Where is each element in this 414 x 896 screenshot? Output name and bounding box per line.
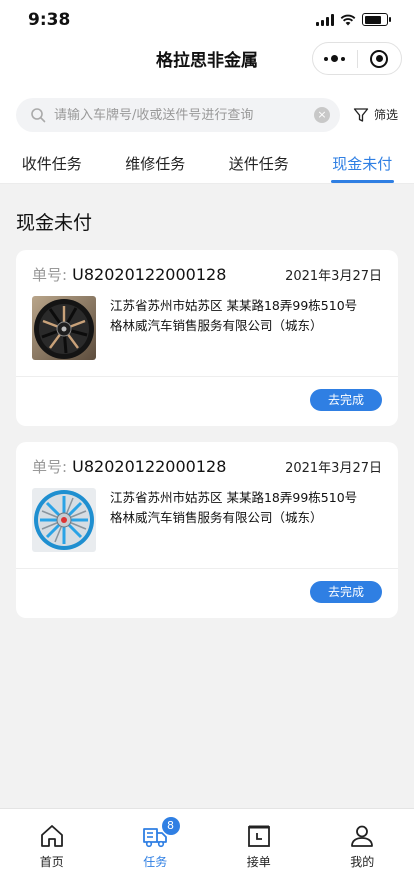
signal-icon [316,13,334,26]
filter-label: 筛选 [373,108,398,122]
wifi-icon [340,14,356,25]
order-address: 江苏省苏州市姑苏区 某某路18弄99栋510号 格林威汽车销售服务有限公司（城东… [110,490,358,525]
tabbar-label: 接单 [246,855,271,869]
mini-program-capsule [312,42,402,75]
search-row: × 筛选 [0,90,414,142]
order-number: U82020122000128 [72,265,227,284]
wheel-image [32,488,96,552]
calendar-icon [247,825,270,847]
order-label: 单号: [32,458,68,476]
order-address: 江苏省苏州市姑苏区 某某路18弄99栋510号 格林威汽车销售服务有限公司（城东… [110,298,358,333]
complete-button[interactable]: 去完成 [310,389,382,411]
bottom-tab-bar: 首页 8 任务 接单 我的 [0,808,414,896]
filter-icon [353,107,369,122]
tab-repair-task[interactable]: 维修任务 [104,142,208,183]
task-count-badge: 8 [161,817,180,835]
tabbar-tasks[interactable]: 8 任务 [104,809,208,896]
target-icon [370,49,389,68]
user-icon [351,825,374,847]
nav-bar: 格拉思非金属 [0,40,414,90]
tab-delivery-task[interactable]: 送件任务 [207,142,311,183]
close-mini-program-button[interactable] [358,43,402,74]
status-time: 9:38 [28,10,71,30]
task-tabs: 收件任务 维修任务 送件任务 现金未付 [0,142,414,184]
section-title: 现金未付 [16,212,93,234]
tabbar-accept-order[interactable]: 接单 [207,809,311,896]
home-icon [40,825,63,847]
tabbar-label: 任务 [143,855,168,869]
complete-button[interactable]: 去完成 [310,581,382,603]
clear-icon[interactable]: × [314,107,330,123]
search-box: × [16,98,340,132]
tabbar-label: 首页 [39,855,64,869]
wheel-image [32,296,96,360]
tabbar-home[interactable]: 首页 [0,809,104,896]
filter-button[interactable]: 筛选 [353,106,398,123]
order-card[interactable]: 单号: U82020122000128 2021年3月27日 江苏省苏州市姑苏区… [16,442,398,618]
order-label: 单号: [32,266,68,284]
status-icons [316,13,391,26]
order-card[interactable]: 单号: U82020122000128 2021年3月27日 江苏省苏州市姑苏区… [16,250,398,426]
tab-cash-unpaid[interactable]: 现金未付 [311,142,414,183]
tabbar-label: 我的 [350,855,375,869]
search-icon [31,108,46,123]
tabbar-mine[interactable]: 我的 [311,809,414,896]
order-date: 2021年3月27日 [285,269,382,284]
search-input[interactable] [54,107,314,123]
tab-pickup-task[interactable]: 收件任务 [0,142,104,183]
more-menu-button[interactable] [313,43,357,74]
battery-icon [362,13,391,26]
more-dots-icon [324,55,346,62]
order-number: U82020122000128 [72,457,227,476]
status-bar: 9:38 [0,0,414,40]
order-date: 2021年3月27日 [285,461,382,476]
